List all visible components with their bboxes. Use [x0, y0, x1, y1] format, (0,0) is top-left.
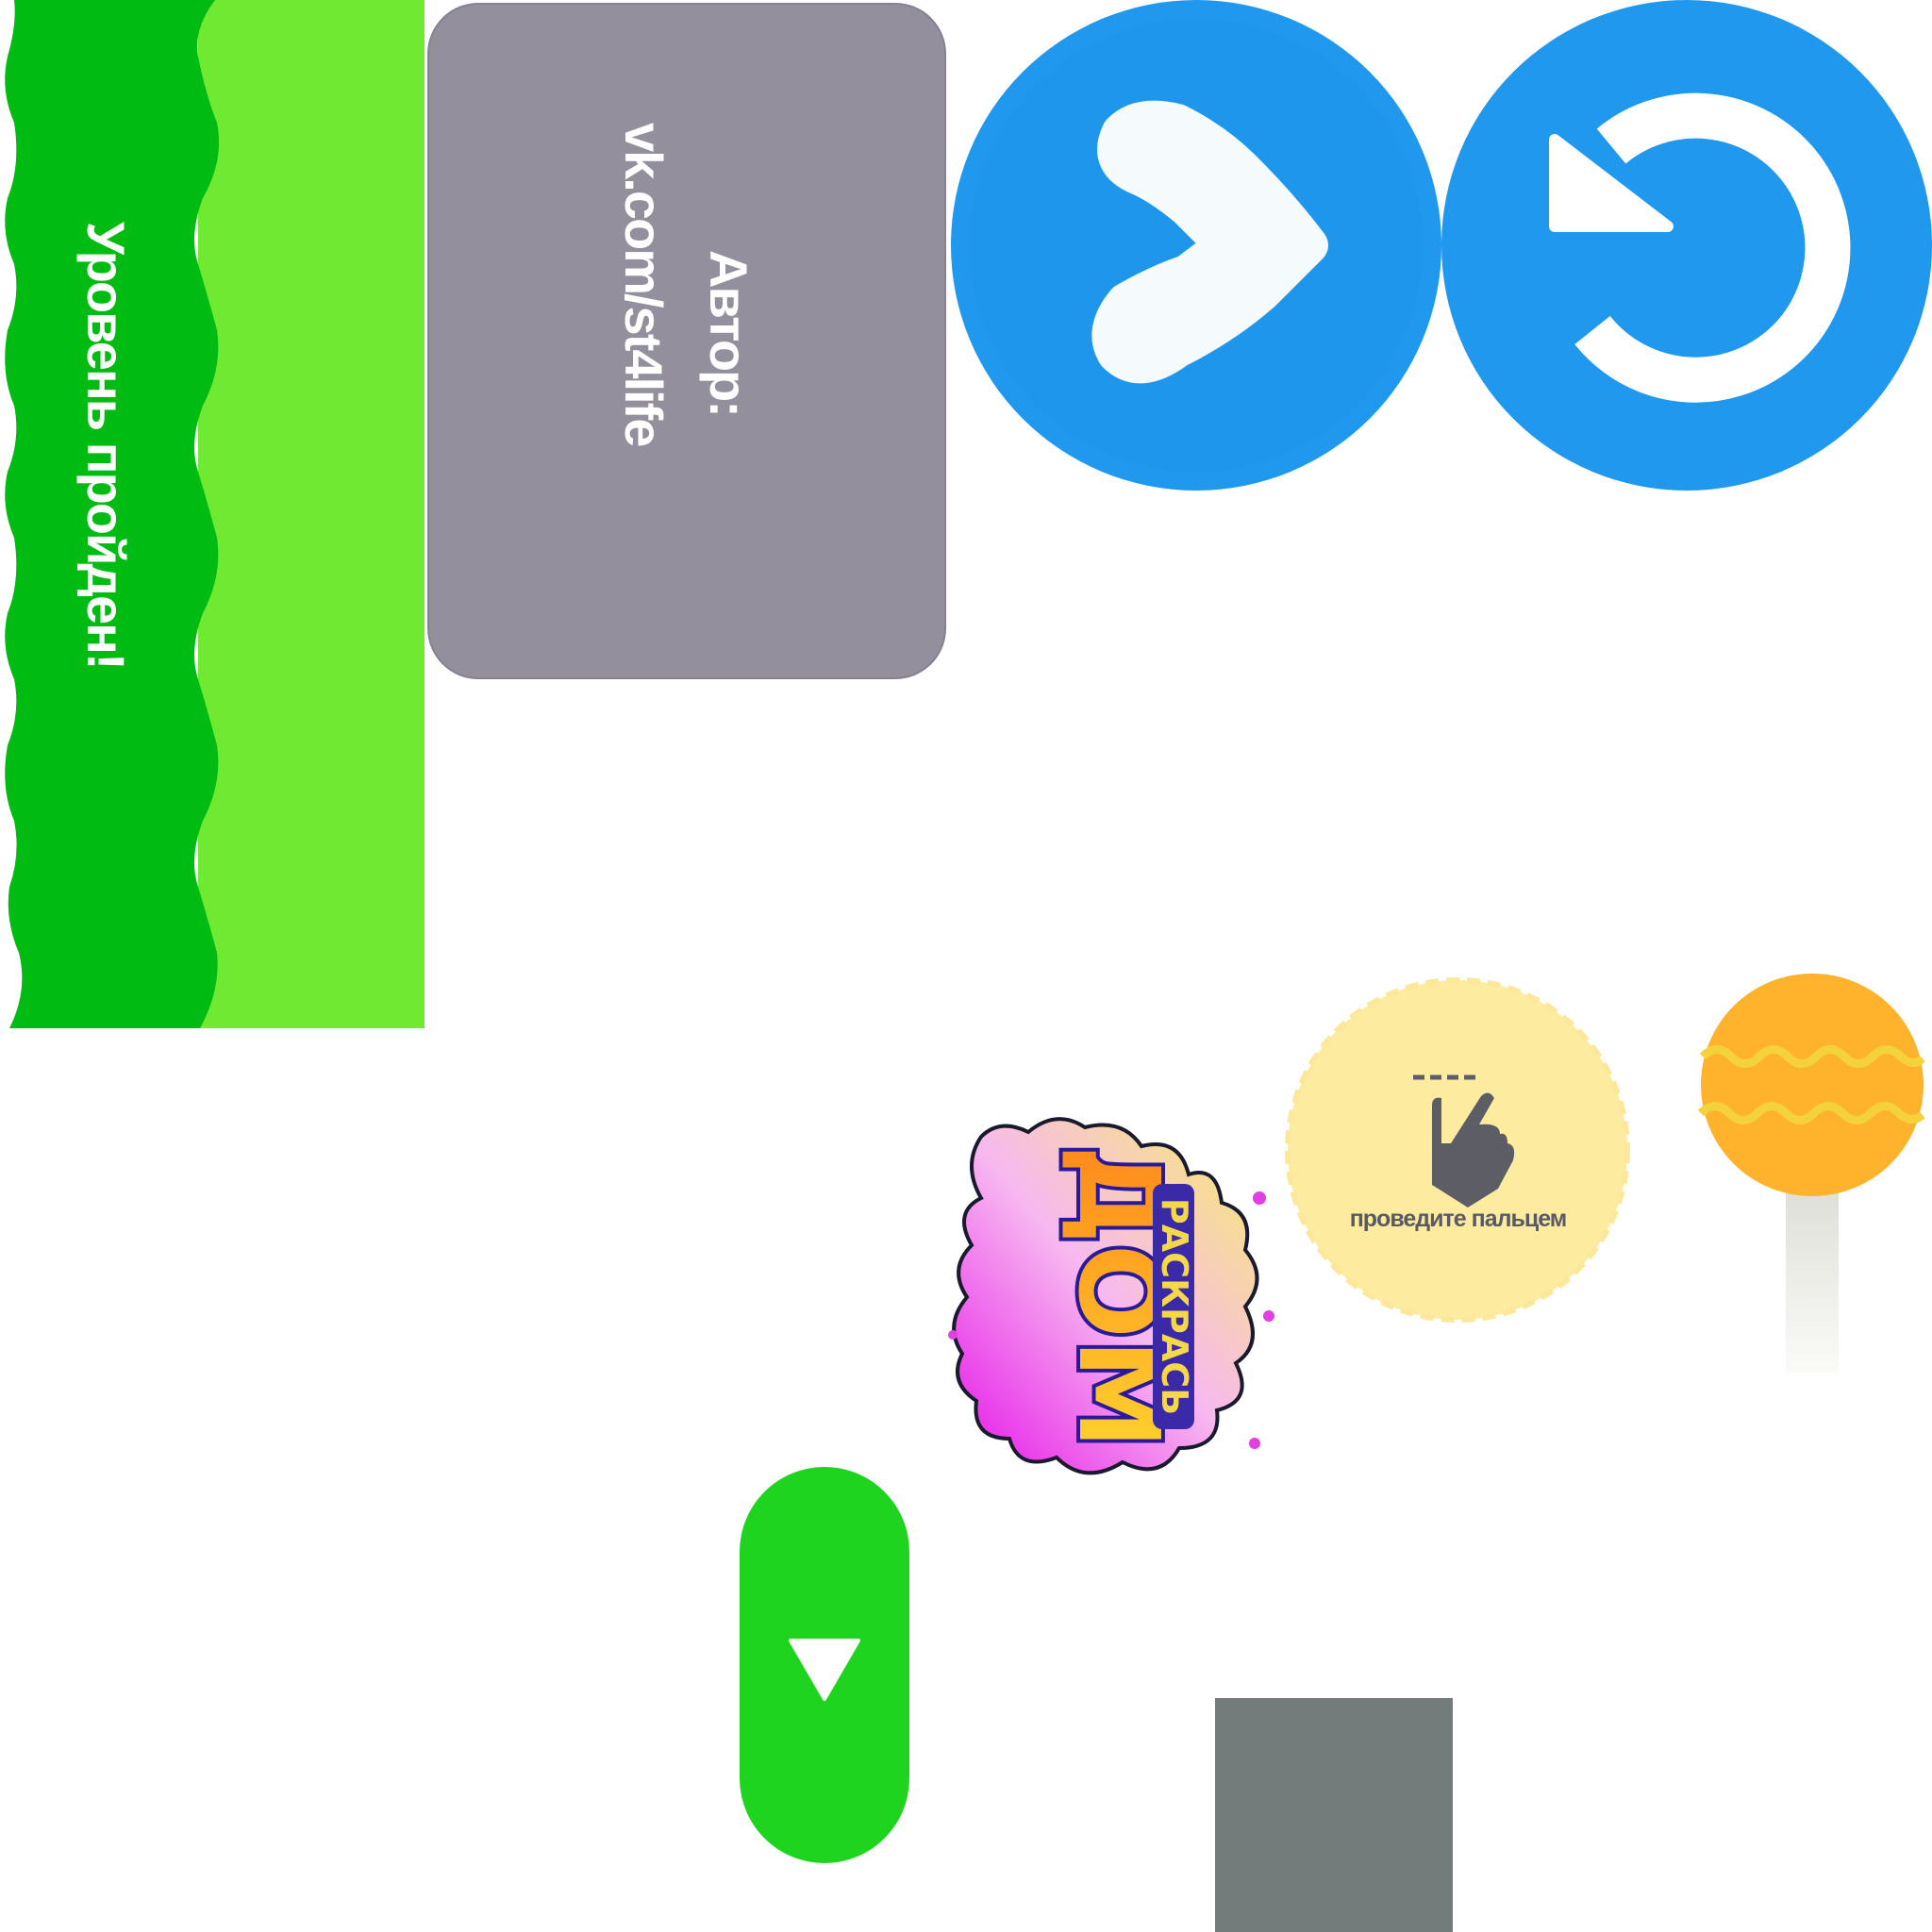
grey-block	[1215, 1698, 1453, 1932]
wavy-banner-shape	[5, 0, 425, 1028]
restart-level-button[interactable]	[1441, 0, 1932, 491]
author-card: Автор: vk.com/st4life	[427, 3, 946, 679]
next-level-button[interactable]	[951, 0, 1441, 491]
paint-splash-logo: ДОМ РАСКРАСЬ	[948, 1117, 1274, 1475]
restart-icon	[1549, 92, 1851, 403]
triangle-down-icon	[789, 1639, 860, 1701]
hint-circle	[1285, 977, 1630, 1323]
author-label: Автор:	[699, 250, 758, 416]
game-logo: ДОМ РАСКРАСЬ	[943, 1108, 1283, 1486]
level-complete-banner: Уровень пройден!	[0, 0, 425, 1028]
lollipop-icon	[1698, 974, 1924, 1373]
author-link[interactable]: vk.com/st4life	[613, 123, 675, 445]
hint-text: проведите пальцем	[1349, 1206, 1568, 1232]
chevron-right-icon	[970, 19, 1423, 472]
swipe-hint	[1281, 974, 1635, 1327]
svg-text:РАСКРАСЬ: РАСКРАСЬ	[1154, 1198, 1195, 1415]
drop-button[interactable]	[740, 1467, 909, 1863]
level-complete-text: Уровень пройден!	[76, 222, 136, 669]
lollipop-item[interactable]	[1698, 972, 1924, 1377]
